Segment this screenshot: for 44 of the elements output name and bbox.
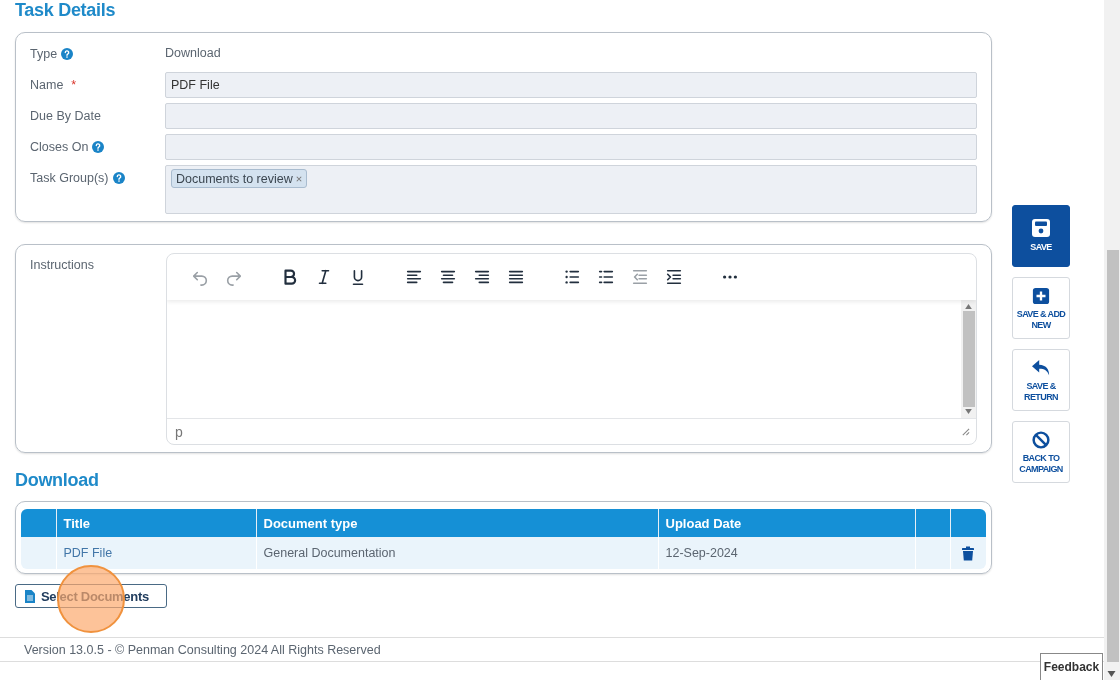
field-label: Name (30, 78, 64, 92)
scroll-up-icon[interactable] (965, 304, 972, 309)
return-button[interactable]: SAVE & RETURN (1012, 349, 1070, 411)
input-field[interactable] (165, 134, 977, 160)
scroll-down-icon[interactable] (1107, 671, 1116, 677)
document-icon (25, 589, 35, 603)
scrollbar[interactable] (961, 300, 976, 418)
help-icon[interactable] (61, 48, 74, 60)
help-icon[interactable] (92, 141, 105, 153)
element-path[interactable]: p (175, 423, 183, 440)
help-icon[interactable] (112, 172, 125, 184)
column-header[interactable]: Upload Date (658, 509, 915, 537)
trash-icon[interactable] (962, 545, 975, 561)
plus-icon (1031, 287, 1051, 305)
section-heading: Task Details (15, 0, 117, 22)
field-label: Instructions (30, 257, 95, 274)
rich-text-editor[interactable]: p (166, 253, 977, 445)
feedback-button[interactable]: Feedback (1040, 653, 1103, 680)
scroll-down-icon[interactable] (965, 409, 972, 414)
cancel-button[interactable]: BACK TO CAMPAIGN (1012, 421, 1070, 483)
prohibited-icon (1030, 431, 1052, 449)
footer-text: Version 13.0.5 - © Penman Consulting 2024 All Rights Reserved (0, 637, 1104, 662)
tag-field[interactable]: Documents to review (165, 165, 977, 214)
document-link[interactable]: PDF File (63, 546, 113, 560)
input-field[interactable] (165, 103, 977, 129)
field-label: Due By Date (30, 109, 101, 123)
field-value: Download (165, 45, 222, 62)
scrollbar[interactable] (1104, 0, 1120, 680)
reply-arrow-icon (1030, 359, 1052, 377)
save-button[interactable]: SAVE (1012, 205, 1070, 267)
column-header[interactable]: Title (56, 509, 256, 537)
table-cell: General Documentation (263, 546, 396, 560)
field-label: Type (30, 47, 58, 61)
resize-handle-icon[interactable] (961, 427, 970, 436)
tag-chip: Documents to review (171, 169, 307, 188)
add-button[interactable]: SAVE & ADD NEW (1012, 277, 1070, 339)
input-field[interactable]: PDF File (165, 72, 977, 98)
field-label: Task Group(s) (30, 171, 109, 185)
close-icon[interactable] (295, 175, 302, 182)
column-header[interactable]: Document type (256, 509, 658, 537)
table-cell: 12-Sep-2024 (665, 546, 738, 560)
field-label: Closes On (30, 140, 89, 154)
required-mark: * (71, 78, 77, 92)
section-heading: Download (15, 470, 100, 492)
